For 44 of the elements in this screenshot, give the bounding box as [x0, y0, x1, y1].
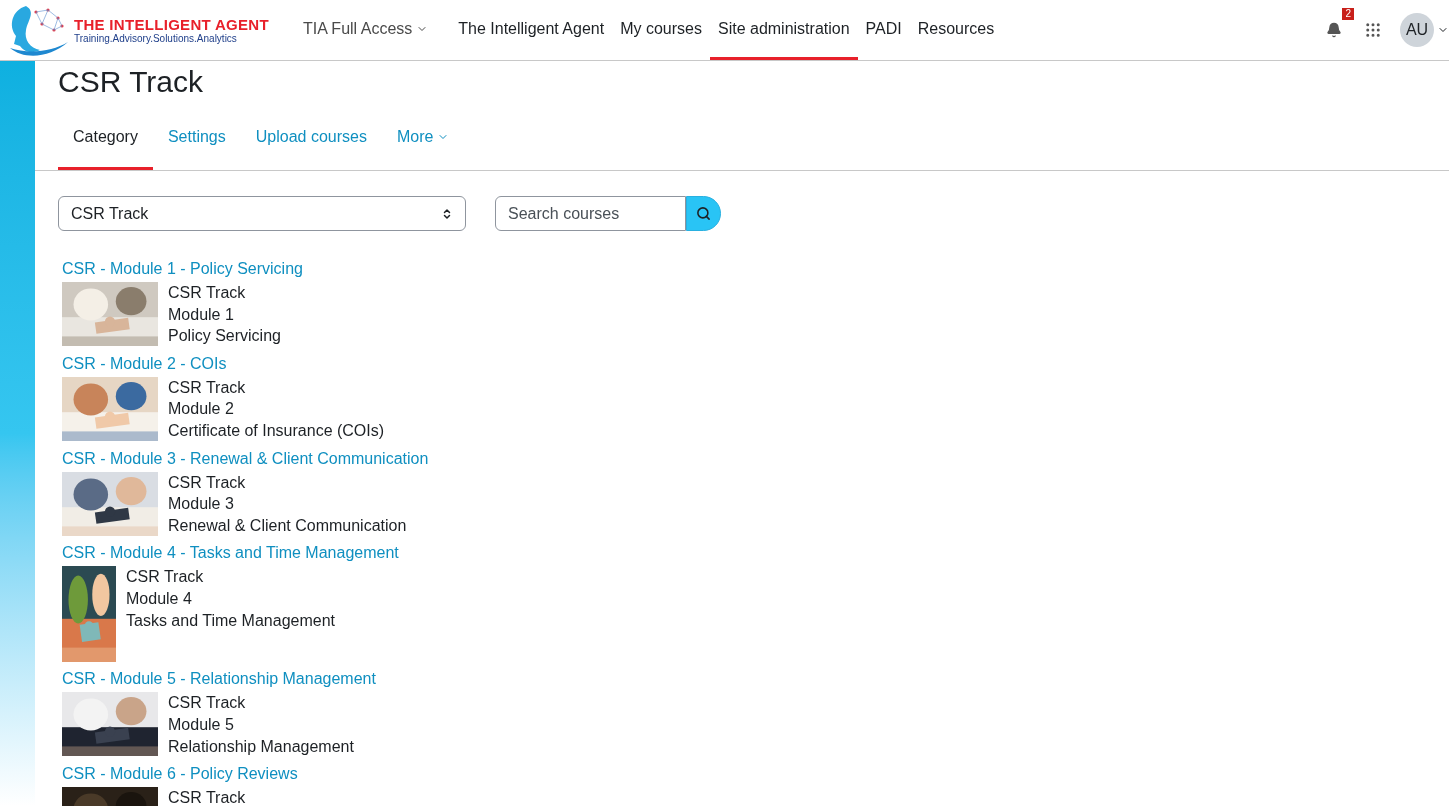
apps-grid-icon[interactable]	[1364, 21, 1382, 39]
tab[interactable]: More	[381, 122, 465, 170]
course-summary-line: CSR Track	[126, 567, 205, 588]
course-link[interactable]: CSR - Module 1 - Policy Servicing	[62, 258, 303, 279]
notification-count: 2	[1342, 8, 1354, 20]
course-summary-line: CSR Track	[168, 693, 247, 714]
course-link[interactable]: CSR - Module 3 - Renewal & Client Communication	[62, 447, 429, 469]
search-button[interactable]	[686, 196, 721, 231]
page-title: CSR Track	[58, 67, 205, 97]
nav-link[interactable]: PADI	[857, 0, 910, 60]
course-summary-line: CSR Track	[168, 472, 247, 493]
tab[interactable]: Upload courses	[240, 122, 382, 170]
course-summary-line: Module 4	[126, 588, 193, 609]
nav-link[interactable]: My courses	[612, 0, 710, 60]
course-summary-line: CSR Track	[168, 788, 246, 806]
nav-link[interactable]: TIA Full Access	[294, 0, 437, 60]
course-summary-line: Certificate of Insurance (COIs)	[168, 420, 385, 441]
course-summary-line: Module 2	[168, 399, 235, 420]
user-avatar[interactable]: AU	[1400, 13, 1434, 47]
course-summary-line: Renewal & Client Communication	[168, 515, 407, 536]
course-link[interactable]: CSR - Module 4 - Tasks and Time Management	[62, 542, 399, 564]
nav-link[interactable]: The Intelligent Agent	[450, 0, 613, 60]
nav-link[interactable]: Site administration	[709, 0, 858, 60]
course-summary-line: Tasks and Time Management	[126, 610, 335, 631]
course-link[interactable]: CSR - Module 5 - Relationship Management	[62, 668, 376, 690]
nav-link[interactable]: Resources	[909, 0, 1003, 60]
search-icon	[696, 206, 711, 221]
category-select[interactable]: CSR Track	[58, 196, 466, 231]
course-summary-line: Module 1	[168, 304, 235, 325]
course-link[interactable]: CSR - Module 2 - COIs	[62, 352, 227, 374]
brand-name: THE INTELLIGENT AGENT	[74, 16, 269, 32]
course-summary-line: Module 3	[168, 494, 235, 515]
course-summary-line: Module 5	[168, 714, 235, 735]
course-summary-line: Relationship Management	[168, 736, 354, 757]
course-link[interactable]: CSR - Module 6 - Policy Reviews	[62, 763, 298, 785]
course-summary-line: CSR Track	[168, 377, 247, 398]
bell-icon	[1326, 22, 1342, 38]
course-summary-line: Policy Servicing	[168, 326, 281, 347]
course-summary-line: CSR Track	[168, 283, 247, 303]
search-field[interactable]: Search courses	[495, 196, 686, 231]
brand-tagline: Training.Advisory.Solutions.Analytics	[74, 33, 238, 44]
tab[interactable]: Settings	[152, 122, 241, 170]
tab[interactable]: Category	[58, 122, 153, 170]
select-arrows-icon	[441, 207, 453, 220]
